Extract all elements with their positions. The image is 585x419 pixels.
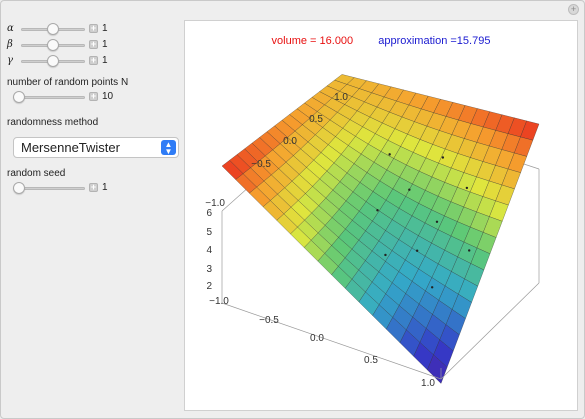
app-frame: + α + 1 β + 1 γ + 1 number of random poi… (0, 0, 585, 419)
x-tick-label: −0.5 (259, 315, 279, 326)
beta-expand-button[interactable]: + (89, 40, 98, 49)
z-tick-label: 6 (206, 208, 212, 219)
control-panel: α + 1 β + 1 γ + 1 number of random point… (7, 21, 183, 196)
z-tick-label: 3 (206, 264, 212, 275)
z-tick-label: 5 (206, 227, 212, 238)
random-point (435, 220, 439, 223)
n-value: 10 (102, 91, 114, 102)
y-tick-label: 1.0 (334, 92, 348, 103)
z-tick-label: 4 (206, 245, 212, 256)
method-label: randomness method (7, 117, 99, 128)
plot-area: volume = 16.000 approximation =15.795 1.… (184, 20, 578, 411)
seed-expand-button[interactable]: + (89, 183, 98, 192)
seed-label: random seed (7, 168, 66, 179)
expand-icon[interactable]: + (568, 4, 579, 15)
random-point (376, 209, 379, 212)
alpha-control: α + 1 (7, 21, 183, 37)
n-label: number of random points N (7, 77, 129, 88)
gamma-label: γ (7, 55, 13, 66)
alpha-slider[interactable] (21, 23, 85, 35)
seed-value: 1 (102, 182, 108, 193)
random-point (384, 253, 387, 257)
random-point (388, 153, 391, 156)
gamma-control: γ + 1 (7, 53, 183, 69)
random-point (408, 188, 411, 191)
seed-control: + 1 (7, 180, 183, 196)
beta-label: β (7, 39, 13, 50)
seed-slider-thumb[interactable] (13, 182, 25, 194)
method-select-value: MersenneTwister (21, 140, 120, 155)
beta-control: β + 1 (7, 37, 183, 53)
x-tick-label: −1.0 (209, 296, 229, 307)
method-select[interactable]: MersenneTwister ▲ ▼ (13, 137, 179, 158)
random-point (415, 249, 419, 252)
n-control: + 10 (7, 89, 183, 105)
n-slider[interactable] (13, 91, 85, 103)
random-point (468, 249, 471, 252)
gamma-expand-button[interactable]: + (89, 56, 98, 65)
surface-mesh (221, 74, 540, 384)
seed-slider[interactable] (13, 182, 85, 194)
gamma-slider-thumb[interactable] (47, 55, 59, 67)
updown-chevron-icon: ▲ ▼ (161, 140, 176, 156)
alpha-label: α (7, 23, 14, 34)
surface-plot[interactable]: 1.00.50.0−0.5−1.065432−1.0−0.50.00.51.0 (185, 21, 579, 412)
beta-value: 1 (102, 39, 108, 50)
x-tick-label: 1.0 (421, 378, 435, 389)
random-point (465, 186, 469, 190)
random-point (441, 156, 445, 159)
n-expand-button[interactable]: + (89, 92, 98, 101)
y-tick-label: 0.0 (283, 136, 297, 147)
alpha-expand-button[interactable]: + (89, 24, 98, 33)
alpha-value: 1 (102, 23, 108, 34)
x-tick-label: 0.0 (310, 333, 324, 344)
z-tick-label: 2 (206, 281, 212, 292)
beta-slider-thumb[interactable] (47, 39, 59, 51)
gamma-slider[interactable] (21, 55, 85, 67)
y-tick-label: 0.5 (309, 114, 323, 125)
random-point (430, 286, 434, 289)
alpha-slider-thumb[interactable] (47, 23, 59, 35)
x-tick-label: 0.5 (364, 355, 378, 366)
y-tick-label: −0.5 (251, 159, 271, 170)
beta-slider[interactable] (21, 39, 85, 51)
gamma-value: 1 (102, 55, 108, 66)
n-slider-thumb[interactable] (13, 91, 25, 103)
